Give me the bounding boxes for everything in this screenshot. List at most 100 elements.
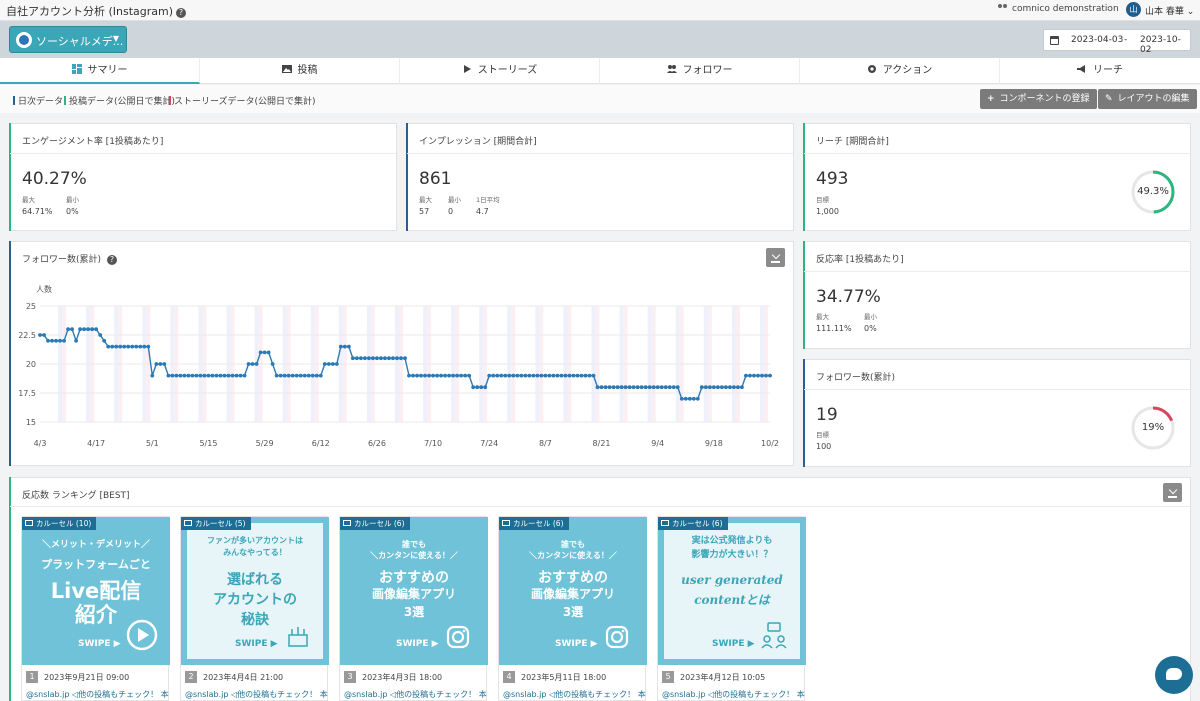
data-point [218, 373, 223, 378]
data-point [595, 385, 600, 390]
ranking-post-3[interactable]: 誰でも ＼カンタンに使える！／ おすすめの 画像編集アプリ 3選 SWIPE ▶… [339, 516, 488, 701]
data-point [503, 373, 508, 378]
ranking-post-5[interactable]: 実は公式発信よりも 影響力が大きい！？ user generated conte… [657, 516, 806, 701]
legend-mark [13, 96, 15, 105]
tab-followers[interactable]: フォロワー [600, 58, 800, 84]
x-tick-label: 4/3 [34, 439, 47, 448]
followers-value: 19 [816, 405, 838, 425]
reach-target: 目標 1,000 [816, 196, 839, 216]
date-to[interactable]: 2023-10-02 [1140, 35, 1190, 55]
organization-switcher[interactable]: comnico demonstration [998, 4, 1119, 14]
data-point [186, 373, 191, 378]
community-icon [761, 622, 787, 649]
data-point [274, 373, 279, 378]
user-menu[interactable]: 山本 春華 ⌄ [1145, 4, 1194, 17]
data-point [258, 350, 263, 355]
data-point [362, 356, 367, 361]
post-thumbnail[interactable]: 誰でも ＼カンタンに使える！／ おすすめの 画像編集アプリ 3選 SWIPE ▶ [499, 517, 647, 665]
data-point [732, 385, 736, 390]
data-point [306, 373, 311, 378]
ranking-post-1[interactable]: ＼メリット・デメリット／ プラットフォームごと Live配信 紹介 SWIPE … [21, 516, 170, 701]
post-caption[interactable]: @snslab.jp ◁他の投稿もチェック！ 本日 [344, 689, 488, 700]
y-axis-label: 人数 [36, 284, 52, 294]
post-caption[interactable]: @snslab.jp ◁他の投稿もチェック！ 本日 [662, 689, 806, 700]
data-point [663, 385, 668, 390]
data-point [230, 373, 235, 378]
rank-number: 5 [662, 671, 674, 683]
data-point [475, 385, 480, 390]
avatar[interactable]: 山 [1126, 2, 1141, 17]
data-point [294, 373, 299, 378]
post-thumbnail[interactable]: ＼メリット・デメリット／ プラットフォームごと Live配信 紹介 SWIPE … [22, 517, 170, 665]
data-point [122, 344, 127, 349]
data-point [66, 327, 70, 332]
data-point [411, 373, 415, 378]
data-point [326, 362, 331, 366]
chevron-right-icon: › [1106, 4, 1110, 14]
x-tick-label: 4/17 [87, 439, 105, 448]
data-point [539, 373, 544, 378]
data-point [407, 373, 411, 378]
data-point [146, 344, 151, 349]
download-button[interactable] [1163, 483, 1182, 502]
tab-stories[interactable]: ストーリーズ [400, 58, 600, 84]
plus-icon: + [987, 94, 995, 104]
data-point [555, 373, 560, 378]
card-title: エンゲージメント率 [1投稿あたり] [22, 137, 164, 147]
data-point [627, 385, 632, 390]
data-point [435, 373, 439, 378]
data-point [603, 385, 608, 390]
legend-row: 日次データ 投稿データ(公開日で集計) ストーリーズデータ(公開日で集計) + コ… [0, 85, 1200, 113]
date-range-picker[interactable]: 2023-04-03 - 2023-10-02 [1043, 29, 1191, 55]
impression-avg: 1日平均 4.7 [476, 196, 500, 216]
post-thumbnail[interactable]: ファンが多いアカウントは みんなやってる！ 選ばれる アカウントの 秘訣 SWI… [181, 517, 329, 665]
x-tick-label: 8/7 [539, 439, 552, 448]
data-point [266, 350, 271, 355]
follower-line-chart: 25 22.5 20 17.5 15 人数 4/3 4/17 5/1 5/15 5/29 6/12 6/… [18, 284, 779, 448]
help-icon[interactable]: ? [176, 8, 187, 18]
post-caption[interactable]: @snslab.jp ◁他の投稿もチェック！ 本日 [503, 689, 647, 700]
data-point [222, 373, 227, 378]
data-point [126, 344, 131, 349]
chat-support-button[interactable] [1155, 656, 1193, 694]
data-point [659, 385, 664, 390]
data-point [114, 344, 119, 349]
data-point [314, 373, 319, 378]
tab-reach[interactable]: リーチ [1000, 58, 1200, 84]
data-point [679, 396, 684, 401]
engagement-min: 最小 0% [66, 196, 79, 216]
data-point [499, 373, 504, 378]
tab-summary[interactable]: サマリー [0, 58, 200, 84]
data-point [764, 373, 768, 378]
social-media-select[interactable]: ソーシャルメデ... ▼ [9, 26, 127, 53]
tab-bar: サマリー 投稿 ストーリーズ フォロワー アクション リーチ [0, 58, 1200, 84]
tab-posts[interactable]: 投稿 [200, 58, 400, 84]
date-from[interactable]: 2023-04-03 [1071, 35, 1123, 45]
ranking-post-4[interactable]: 誰でも ＼カンタンに使える！／ おすすめの 画像編集アプリ 3選 SWIPE ▶… [498, 516, 647, 701]
edit-icon: ✎ [1105, 94, 1113, 104]
ranking-post-2[interactable]: ファンが多いアカウントは みんなやってる！ 選ばれる アカウントの 秘訣 SWI… [180, 516, 329, 701]
x-tick-label: 8/21 [593, 439, 611, 448]
carousel-icon [343, 520, 351, 526]
data-point [150, 373, 155, 378]
add-component-button[interactable]: + コンポーネントの登録 [980, 89, 1097, 109]
tab-actions[interactable]: アクション [800, 58, 1000, 84]
carousel-badge: カルーセル (6) [499, 517, 569, 530]
data-point [535, 373, 540, 378]
date-separator: - [1124, 35, 1128, 45]
x-tick-label: 9/18 [705, 439, 723, 448]
instagram-icon [605, 625, 629, 649]
x-tick-label: 6/12 [312, 439, 330, 448]
reach-value: 493 [816, 169, 849, 189]
data-point [170, 373, 175, 378]
post-thumbnail[interactable]: 誰でも ＼カンタンに使える！／ おすすめの 画像編集アプリ 3選 SWIPE ▶ [340, 517, 488, 665]
post-caption[interactable]: @snslab.jp ◁他の投稿もチェック！ 本日 [26, 689, 170, 700]
data-point [202, 373, 207, 378]
data-point [675, 385, 680, 390]
edit-layout-button[interactable]: ✎ レイアウトの編集 [1098, 89, 1197, 109]
post-thumbnail[interactable]: 実は公式発信よりも 影響力が大きい！？ user generated conte… [658, 517, 806, 665]
data-point [387, 356, 391, 361]
y-tick-label: 25 [26, 302, 36, 311]
data-point [270, 362, 275, 366]
post-caption[interactable]: @snslab.jp ◁他の投稿もチェック！ 本日 [185, 689, 329, 700]
